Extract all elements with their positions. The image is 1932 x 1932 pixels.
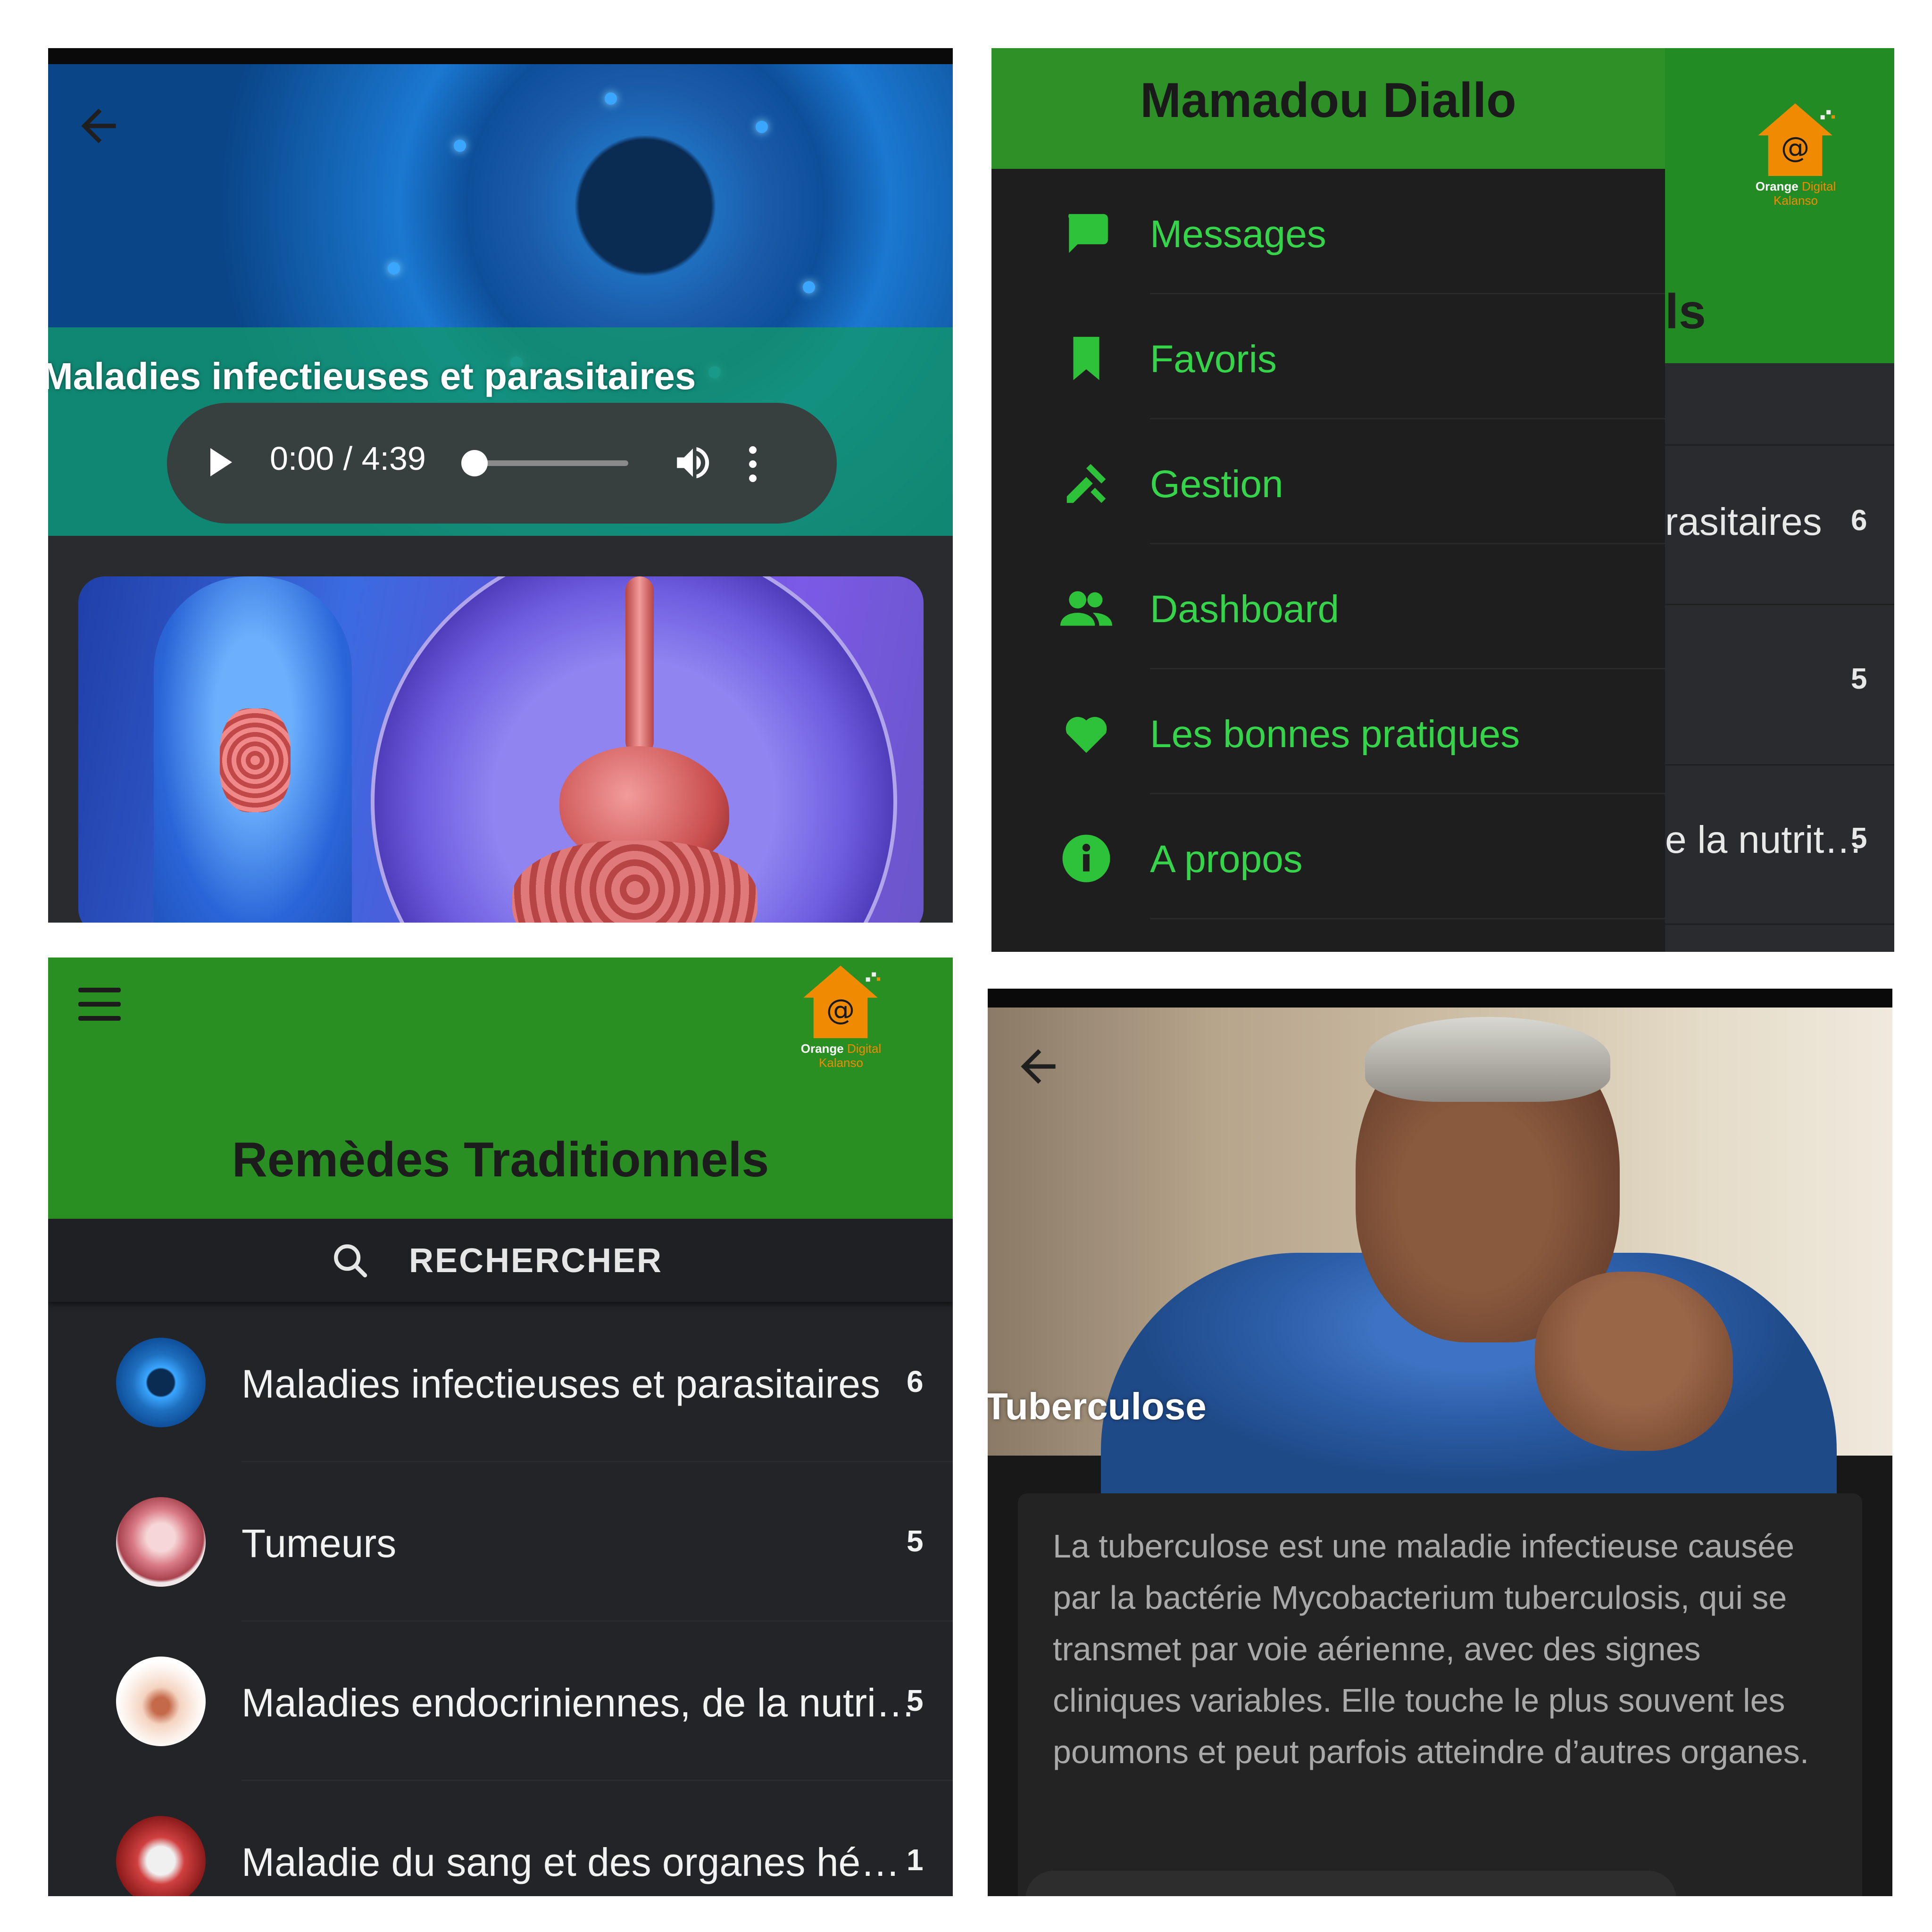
status-bar bbox=[988, 989, 1892, 1008]
bookmark-icon bbox=[1073, 337, 1099, 380]
back-arrow-icon[interactable] bbox=[73, 100, 125, 152]
audio-progress-track[interactable] bbox=[468, 460, 628, 466]
audio-time: 0:00 / 4:39 bbox=[270, 440, 426, 477]
drawer-item-label: Favoris bbox=[1150, 338, 1277, 381]
list-item-count: 1 bbox=[907, 1843, 924, 1877]
audio-progress-knob[interactable] bbox=[461, 450, 488, 476]
drawer-item-label: Gestion bbox=[1150, 463, 1283, 506]
description-card: La tuberculose est une maladie infectieu… bbox=[1018, 1493, 1862, 1896]
list-item-label: Maladies endocriniennes, de la nutrit… bbox=[242, 1681, 921, 1725]
drawer: Mamadou Diallo Messages Favoris Gestion … bbox=[991, 48, 1665, 952]
svg-text:@: @ bbox=[826, 994, 855, 1027]
background-row-text: rasitaires bbox=[1665, 500, 1822, 543]
drawer-item-favoris[interactable]: Favoris bbox=[991, 296, 1665, 419]
list-item-label: Maladies infectieuses et parasitaires bbox=[242, 1362, 881, 1406]
orange-digital-kalanso-logo: @ Orange Digital Kalanso bbox=[782, 958, 905, 1080]
list-item-label: Maladie du sang et des organes hé… bbox=[242, 1840, 900, 1884]
user-name: Mamadou Diallo bbox=[1140, 73, 1516, 128]
svg-text:@: @ bbox=[1781, 132, 1810, 165]
drawer-item-label: A propos bbox=[1150, 838, 1303, 881]
more-options-icon[interactable] bbox=[748, 446, 758, 484]
back-arrow-icon[interactable] bbox=[1012, 1041, 1064, 1092]
logo-word-kalanso: Kalanso bbox=[1774, 193, 1818, 208]
list-item-count: 5 bbox=[907, 1524, 924, 1558]
drawer-item-messages[interactable]: Messages bbox=[991, 171, 1665, 294]
page-title: Remèdes Traditionnels bbox=[232, 1133, 769, 1187]
categories-list-screen: @ Orange Digital Kalanso Remèdes Traditio… bbox=[48, 958, 953, 1896]
logo-word-kalanso: Kalanso bbox=[819, 1056, 863, 1070]
play-button[interactable] bbox=[210, 448, 232, 476]
list-item[interactable]: Tumeurs 5 bbox=[48, 1462, 953, 1622]
navigation-drawer-screen: ls rasitaires 6 5 e la nutrit… 5 @ Orang… bbox=[991, 48, 1894, 952]
anatomy-image-card bbox=[78, 576, 924, 923]
volume-icon[interactable] bbox=[672, 441, 714, 484]
disease-detail-screen: Tuberculose La tuberculose est une malad… bbox=[988, 989, 1892, 1896]
disease-title: Maladies infectieuses et parasitaires bbox=[48, 355, 696, 397]
search-icon bbox=[334, 1244, 367, 1278]
list-item[interactable]: Maladies endocriniennes, de la nutrit… 5 bbox=[48, 1622, 953, 1781]
action-button[interactable] bbox=[1025, 1871, 1676, 1896]
background-row-count: 5 bbox=[1851, 822, 1867, 855]
list-item-count: 6 bbox=[907, 1365, 924, 1399]
disease-description: La tuberculose est une maladie infectieu… bbox=[1053, 1528, 1809, 1770]
tools-icon bbox=[1066, 464, 1106, 503]
drawer-item-gestion[interactable]: Gestion bbox=[991, 421, 1665, 544]
background-list bbox=[1665, 363, 1894, 952]
drawer-item-bonnes-pratiques[interactable]: Les bonnes pratiques bbox=[991, 671, 1665, 794]
list-item-label: Tumeurs bbox=[242, 1521, 397, 1566]
thyroid-thumbnail bbox=[116, 1657, 206, 1746]
drawer-item-dashboard[interactable]: Dashboard bbox=[991, 546, 1665, 669]
heart-icon bbox=[1066, 716, 1107, 753]
virus-thumbnail bbox=[116, 1338, 206, 1427]
drawer-item-label: Les bonnes pratiques bbox=[1150, 713, 1520, 756]
people-icon bbox=[1060, 591, 1112, 626]
drawer-item-label: Dashboard bbox=[1150, 588, 1340, 631]
chat-bubble-icon bbox=[1068, 214, 1108, 253]
blood-thumbnail bbox=[116, 1816, 206, 1896]
logo-word-digital: Digital bbox=[847, 1041, 882, 1056]
list-item[interactable]: Maladie du sang et des organes hé… 1 bbox=[48, 1781, 953, 1896]
orange-digital-kalanso-logo: @ Orange Digital Kalanso bbox=[1737, 91, 1859, 218]
list-item[interactable]: Maladies infectieuses et parasitaires 6 bbox=[48, 1303, 953, 1462]
info-icon bbox=[1062, 834, 1110, 883]
background-row-count: 6 bbox=[1851, 504, 1867, 537]
search-bar[interactable]: RECHERCHER bbox=[48, 1219, 953, 1302]
list-item-count: 5 bbox=[907, 1683, 924, 1717]
disease-detail-audio-screen: Maladies infectieuses et parasitaires 0:… bbox=[48, 48, 953, 923]
logo-word-orange: Orange bbox=[800, 1041, 844, 1056]
drawer-item-a-propos[interactable]: A propos bbox=[991, 796, 1665, 919]
drawer-item-label: Messages bbox=[1150, 213, 1326, 256]
tumor-thumbnail bbox=[116, 1497, 206, 1587]
status-bar bbox=[48, 48, 953, 64]
audio-player: 0:00 / 4:39 bbox=[167, 403, 837, 524]
background-row-text: e la nutrit… bbox=[1665, 818, 1863, 861]
logo-word-digital: Digital bbox=[1802, 179, 1836, 193]
search-label: RECHERCHER bbox=[409, 1242, 663, 1280]
app-bar: @ Orange Digital Kalanso Remèdes Traditio… bbox=[48, 958, 953, 1219]
disease-title: Tuberculose bbox=[988, 1385, 1207, 1427]
logo-word-orange: Orange bbox=[1755, 179, 1799, 193]
background-heading-fragment: ls bbox=[1665, 284, 1706, 339]
background-row-count: 5 bbox=[1851, 663, 1867, 695]
hamburger-menu-icon[interactable] bbox=[78, 988, 121, 1025]
drawer-header: Mamadou Diallo bbox=[991, 48, 1665, 169]
